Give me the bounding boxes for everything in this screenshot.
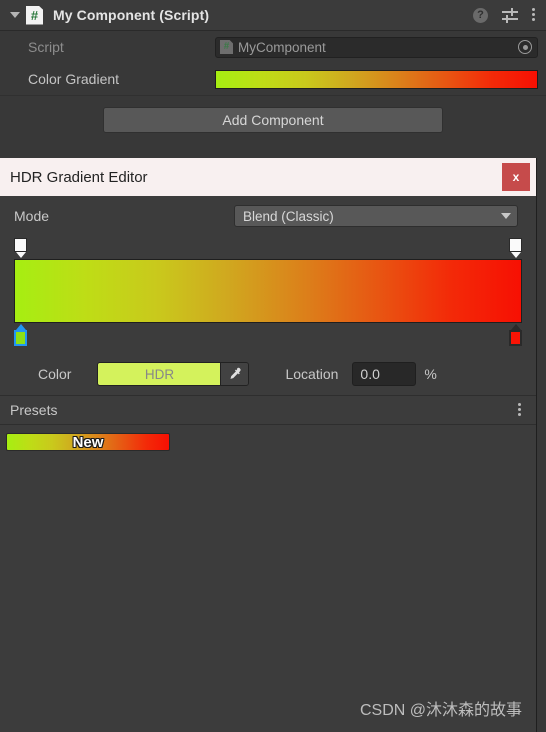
- alpha-key[interactable]: [509, 238, 522, 258]
- alpha-key[interactable]: [14, 238, 27, 258]
- color-gradient-field[interactable]: [215, 69, 538, 89]
- add-component-area: Add Component: [0, 95, 546, 143]
- gradient-editor-body: Mode Blend (Classic) Color HDR Location: [0, 196, 536, 732]
- row-color-gradient: Color Gradient: [0, 63, 546, 95]
- color-swatch[interactable]: HDR: [98, 363, 221, 385]
- add-component-button[interactable]: Add Component: [103, 106, 443, 133]
- gradient-edit-area: [14, 236, 522, 353]
- color-key[interactable]: [509, 324, 522, 346]
- component-title: My Component (Script): [53, 7, 210, 23]
- header-icon-group: ?: [473, 7, 536, 23]
- row-label-script: Script: [28, 39, 64, 55]
- component-header[interactable]: # My Component (Script) ?: [0, 0, 546, 31]
- gradient-preview-strip[interactable]: [14, 259, 522, 323]
- color-label: Color: [38, 366, 72, 382]
- object-picker-icon[interactable]: [518, 40, 532, 54]
- script-object-field[interactable]: # MyComponent: [215, 36, 538, 58]
- mode-dropdown[interactable]: Blend (Classic): [234, 205, 518, 227]
- presets-menu-icon[interactable]: [518, 402, 522, 418]
- eyedropper-icon[interactable]: [220, 363, 249, 385]
- color-swatch-group[interactable]: HDR: [97, 362, 250, 386]
- foldout-toggle[interactable]: [8, 8, 22, 22]
- presets-title: Presets: [10, 402, 58, 418]
- csharp-script-icon-small: #: [220, 40, 233, 54]
- chevron-down-icon: [501, 213, 511, 219]
- preset-swatch[interactable]: New: [6, 433, 170, 451]
- location-unit: %: [424, 366, 437, 382]
- location-input[interactable]: 0.0: [352, 362, 417, 386]
- watermark: CSDN @沐沐森的故事: [359, 702, 522, 719]
- row-label-color-gradient: Color Gradient: [28, 71, 120, 87]
- color-key-track[interactable]: [14, 323, 522, 349]
- hdr-gradient-editor-window: HDR Gradient Editor x Mode Blend (Classi…: [0, 158, 537, 732]
- mode-row: Mode Blend (Classic): [0, 196, 536, 236]
- help-icon[interactable]: ?: [473, 7, 488, 23]
- close-icon[interactable]: x: [502, 163, 530, 191]
- location-label: Location: [285, 366, 339, 382]
- chevron-down-icon: [10, 12, 20, 18]
- csharp-script-icon: #: [26, 5, 43, 25]
- inspector-panel: # My Component (Script) ? Script # MyCom…: [0, 0, 546, 143]
- script-object-name: MyComponent: [238, 39, 326, 55]
- mode-label: Mode: [14, 208, 50, 224]
- color-key[interactable]: [14, 324, 27, 346]
- alpha-key-track[interactable]: [14, 236, 522, 259]
- mode-dropdown-value: Blend (Classic): [243, 208, 334, 224]
- gradient-editor-title: HDR Gradient Editor: [10, 168, 148, 186]
- gradient-editor-titlebar[interactable]: HDR Gradient Editor x: [0, 158, 536, 196]
- more-menu-icon[interactable]: [532, 7, 536, 23]
- presets-header: Presets: [0, 395, 536, 425]
- color-and-location-row: Color HDR Location 0.0 %: [0, 353, 536, 395]
- row-script: Script # MyComponent: [0, 31, 546, 63]
- preset-icon[interactable]: [502, 7, 518, 23]
- preset-name: New: [72, 433, 104, 451]
- presets-list: New: [0, 425, 536, 732]
